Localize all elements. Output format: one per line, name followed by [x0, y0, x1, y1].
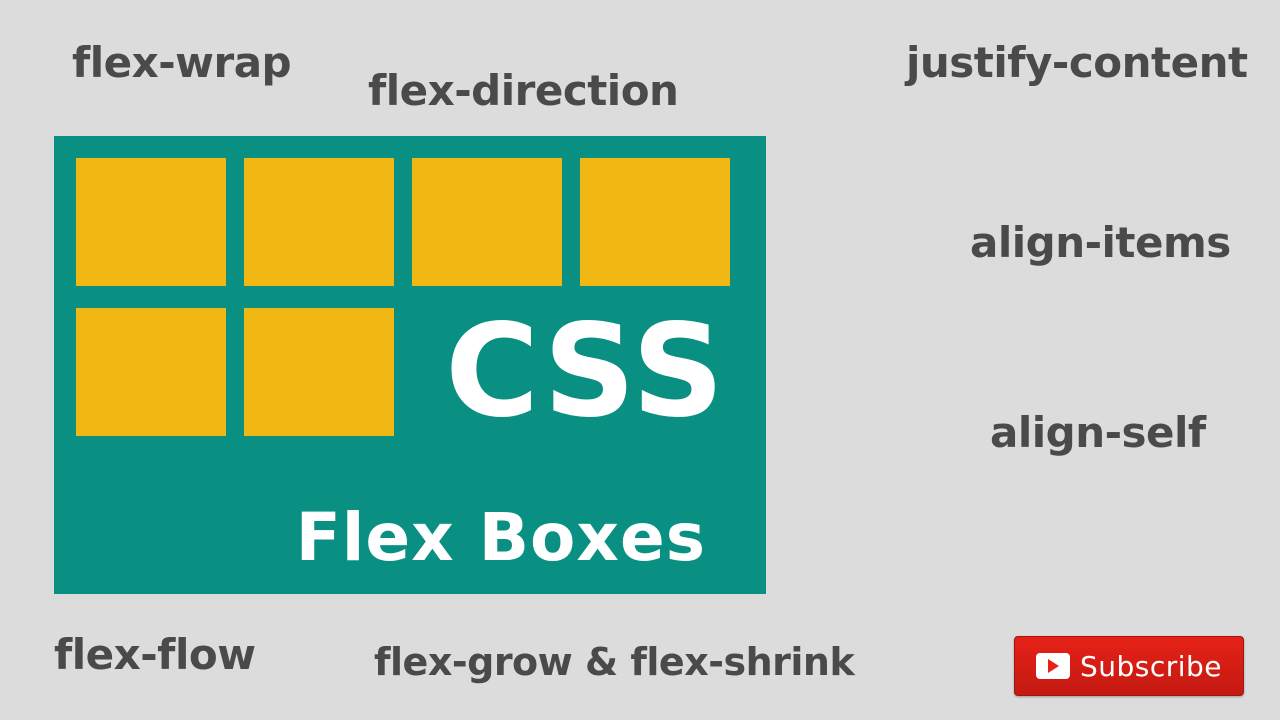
- subscribe-label: Subscribe: [1080, 650, 1222, 683]
- youtube-play-icon: [1036, 653, 1070, 679]
- flex-item-box: [76, 158, 226, 286]
- subscribe-button[interactable]: Subscribe: [1014, 636, 1244, 696]
- label-align-items: align-items: [970, 218, 1231, 267]
- css-title-wrap: CSS: [412, 308, 744, 436]
- flex-item-box: [580, 158, 730, 286]
- label-flex-wrap: flex-wrap: [72, 38, 291, 87]
- flex-item-box: [244, 308, 394, 436]
- play-triangle-icon: [1048, 659, 1059, 673]
- flex-item-box: [412, 158, 562, 286]
- flex-item-box: [76, 308, 226, 436]
- label-justify-content: justify-content: [906, 38, 1248, 87]
- flex-row-1: [76, 158, 744, 286]
- flexbox-illustration-card: CSS Flex Boxes: [54, 136, 766, 594]
- label-flex-direction: flex-direction: [368, 66, 678, 115]
- label-flex-flow: flex-flow: [54, 630, 256, 679]
- flex-item-box: [244, 158, 394, 286]
- flex-row-2: CSS: [76, 308, 744, 436]
- label-flex-grow-shrink: flex-grow & flex-shrink: [374, 640, 854, 684]
- label-align-self: align-self: [990, 408, 1206, 457]
- css-title-big: CSS: [445, 308, 726, 436]
- flex-boxes-subtitle: Flex Boxes: [296, 499, 706, 576]
